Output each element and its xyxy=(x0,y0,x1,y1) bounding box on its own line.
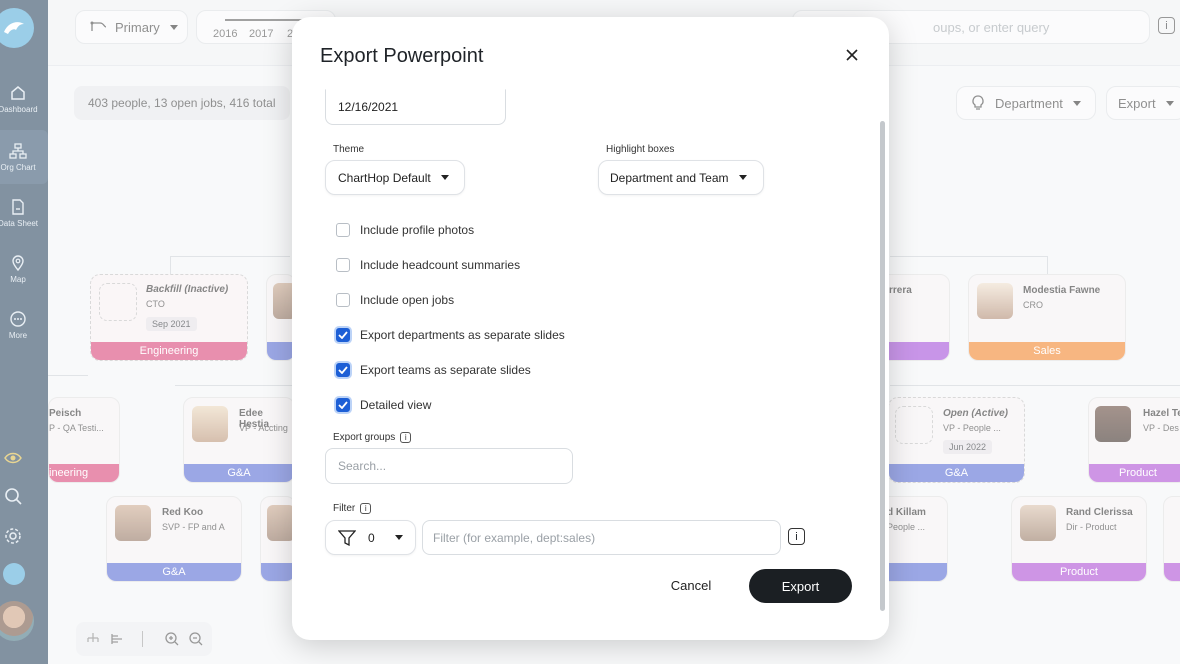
checkmark-icon xyxy=(338,331,348,339)
theme-label: Theme xyxy=(333,144,365,155)
checkbox[interactable] xyxy=(336,398,350,412)
dialog-scrollbar[interactable] xyxy=(880,121,885,611)
date-value: 12/16/2021 xyxy=(338,100,399,114)
checkbox-detailed-view[interactable]: Detailed view xyxy=(336,396,431,414)
highlight-boxes-label: Highlight boxes xyxy=(606,144,675,155)
dialog-title: Export Powerpoint xyxy=(320,45,484,67)
checkmark-icon xyxy=(338,401,348,409)
theme-select[interactable]: ChartHop Default xyxy=(325,160,465,195)
cancel-button[interactable]: Cancel xyxy=(662,573,720,597)
checkbox-label: Include headcount summaries xyxy=(360,258,521,272)
checkbox[interactable] xyxy=(336,258,350,272)
caret-down-icon xyxy=(440,175,449,180)
info-icon[interactable]: i xyxy=(360,503,372,514)
checkbox-label: Export departments as separate slides xyxy=(360,328,565,342)
checkbox-include-open-jobs[interactable]: Include open jobs xyxy=(336,291,454,309)
close-button[interactable] xyxy=(840,43,864,67)
filter-placeholder: Filter (for example, dept:sales) xyxy=(433,530,596,545)
filter-query-input[interactable]: Filter (for example, dept:sales) xyxy=(422,520,781,555)
checkmark-icon xyxy=(338,366,348,374)
export-powerpoint-dialog: Export Powerpoint 12/16/2021 Theme Chart… xyxy=(292,17,889,640)
highlight-value: Department and Team xyxy=(610,170,729,185)
export-groups-search[interactable]: Search... xyxy=(325,448,573,484)
checkbox[interactable] xyxy=(336,223,350,237)
funnel-icon xyxy=(338,529,356,546)
export-button[interactable]: Export xyxy=(749,569,852,603)
filter-label: Filter i xyxy=(333,503,372,514)
caret-down-icon xyxy=(394,535,403,540)
export-groups-label: Export groups i xyxy=(333,432,412,443)
checkbox[interactable] xyxy=(336,363,350,377)
filter-info-icon[interactable]: i xyxy=(788,528,805,545)
date-field[interactable]: 12/16/2021 xyxy=(325,89,506,125)
checkbox[interactable] xyxy=(336,293,350,307)
close-icon xyxy=(846,49,858,61)
filter-count: 0 xyxy=(368,530,375,545)
highlight-boxes-select[interactable]: Department and Team xyxy=(598,160,764,195)
checkbox-export-departments[interactable]: Export departments as separate slides xyxy=(336,326,565,344)
search-placeholder: Search... xyxy=(338,459,387,473)
checkbox-include-headcount-summaries[interactable]: Include headcount summaries xyxy=(336,256,520,274)
theme-value: ChartHop Default xyxy=(338,170,431,185)
checkbox-label: Include open jobs xyxy=(360,293,455,307)
checkbox-export-teams[interactable]: Export teams as separate slides xyxy=(336,361,531,379)
checkbox[interactable] xyxy=(336,328,350,342)
info-icon[interactable]: i xyxy=(400,432,412,443)
checkbox-label: Export teams as separate slides xyxy=(360,363,531,377)
checkbox-label: Include profile photos xyxy=(360,223,475,237)
filter-preset-select[interactable]: 0 xyxy=(325,520,416,555)
checkbox-label: Detailed view xyxy=(360,398,432,412)
caret-down-icon xyxy=(738,175,747,180)
checkbox-include-profile-photos[interactable]: Include profile photos xyxy=(336,221,474,239)
